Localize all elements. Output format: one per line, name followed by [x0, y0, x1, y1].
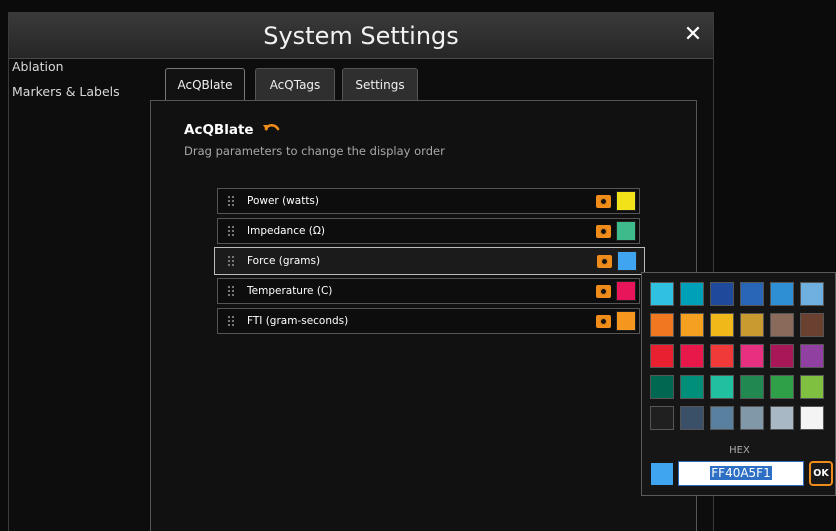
section-subtitle: Drag parameters to change the display or…	[184, 144, 445, 158]
parameter-row-impedance[interactable]: Impedance (Ω)	[217, 218, 640, 244]
parameter-row-temperature[interactable]: Temperature (C)	[217, 278, 640, 304]
palette-color-cell[interactable]	[770, 313, 794, 337]
eye-icon[interactable]	[596, 285, 611, 298]
color-swatch[interactable]	[617, 251, 637, 271]
palette-color-cell[interactable]	[800, 344, 824, 368]
tab-settings[interactable]: Settings	[342, 68, 418, 100]
eye-icon[interactable]	[596, 315, 611, 328]
color-swatch[interactable]	[616, 311, 636, 331]
palette-color-cell[interactable]	[800, 282, 824, 306]
palette-color-cell[interactable]	[680, 344, 704, 368]
palette-color-cell[interactable]	[800, 375, 824, 399]
palette-color-cell[interactable]	[710, 282, 734, 306]
palette-color-cell[interactable]	[770, 282, 794, 306]
hex-color-preview	[651, 463, 673, 485]
undo-icon[interactable]	[262, 120, 280, 136]
title-bar: System Settings ✕	[9, 13, 713, 59]
tab-acqblate[interactable]: AcQBlate	[165, 68, 245, 102]
palette-color-cell[interactable]	[650, 313, 674, 337]
palette-color-cell[interactable]	[770, 375, 794, 399]
drag-handle-icon[interactable]	[227, 285, 234, 297]
parameter-label: Temperature (C)	[247, 285, 333, 297]
eye-icon[interactable]	[596, 195, 611, 208]
ok-button[interactable]: OK	[809, 461, 833, 486]
palette-color-cell[interactable]	[740, 375, 764, 399]
palette-color-cell[interactable]	[680, 282, 704, 306]
palette-color-cell[interactable]	[710, 344, 734, 368]
drag-handle-icon[interactable]	[227, 195, 234, 207]
close-icon[interactable]: ✕	[681, 23, 705, 47]
color-picker-popup: HEX FF40A5F1 OK	[641, 272, 836, 496]
sidebar: Ablation Markers & Labels	[12, 54, 120, 104]
parameter-row-power[interactable]: Power (watts)	[217, 188, 640, 214]
palette-color-cell[interactable]	[740, 313, 764, 337]
hex-input[interactable]: FF40A5F1	[678, 461, 804, 486]
palette-color-cell[interactable]	[800, 406, 824, 430]
color-swatch[interactable]	[616, 281, 636, 301]
palette-color-cell[interactable]	[650, 282, 674, 306]
tab-acqtags[interactable]: AcQTags	[255, 68, 335, 100]
palette-color-cell[interactable]	[770, 406, 794, 430]
palette-color-cell[interactable]	[650, 375, 674, 399]
parameter-row-fti[interactable]: FTI (gram-seconds)	[217, 308, 640, 334]
palette-color-cell[interactable]	[740, 406, 764, 430]
parameter-label: Impedance (Ω)	[247, 225, 325, 237]
hex-value: FF40A5F1	[710, 466, 772, 480]
drag-handle-icon[interactable]	[227, 255, 234, 267]
drag-handle-icon[interactable]	[227, 225, 234, 237]
parameter-label: Force (grams)	[247, 255, 321, 267]
palette-color-cell[interactable]	[650, 344, 674, 368]
palette-color-cell[interactable]	[680, 406, 704, 430]
palette-color-cell[interactable]	[740, 344, 764, 368]
color-swatch[interactable]	[616, 221, 636, 241]
palette-color-cell[interactable]	[710, 406, 734, 430]
color-swatch[interactable]	[616, 191, 636, 211]
parameter-label: Power (watts)	[247, 195, 320, 207]
drag-handle-icon[interactable]	[227, 315, 234, 327]
section-title: AcQBlate	[184, 122, 254, 138]
sidebar-item-markers-labels[interactable]: Markers & Labels	[12, 79, 120, 104]
palette-color-cell[interactable]	[710, 375, 734, 399]
hex-label: HEX	[729, 445, 750, 456]
eye-icon[interactable]	[596, 225, 611, 238]
palette-color-cell[interactable]	[800, 313, 824, 337]
parameter-label: FTI (gram-seconds)	[247, 315, 349, 327]
parameter-row-force[interactable]: Force (grams)	[214, 247, 645, 275]
palette-color-cell[interactable]	[710, 313, 734, 337]
palette-color-cell[interactable]	[680, 313, 704, 337]
palette-color-cell[interactable]	[740, 282, 764, 306]
sidebar-item-ablation[interactable]: Ablation	[12, 54, 120, 79]
palette-color-cell[interactable]	[770, 344, 794, 368]
palette-color-cell[interactable]	[680, 375, 704, 399]
eye-icon[interactable]	[597, 255, 612, 268]
window-title: System Settings	[263, 22, 459, 50]
palette-color-cell[interactable]	[650, 406, 674, 430]
